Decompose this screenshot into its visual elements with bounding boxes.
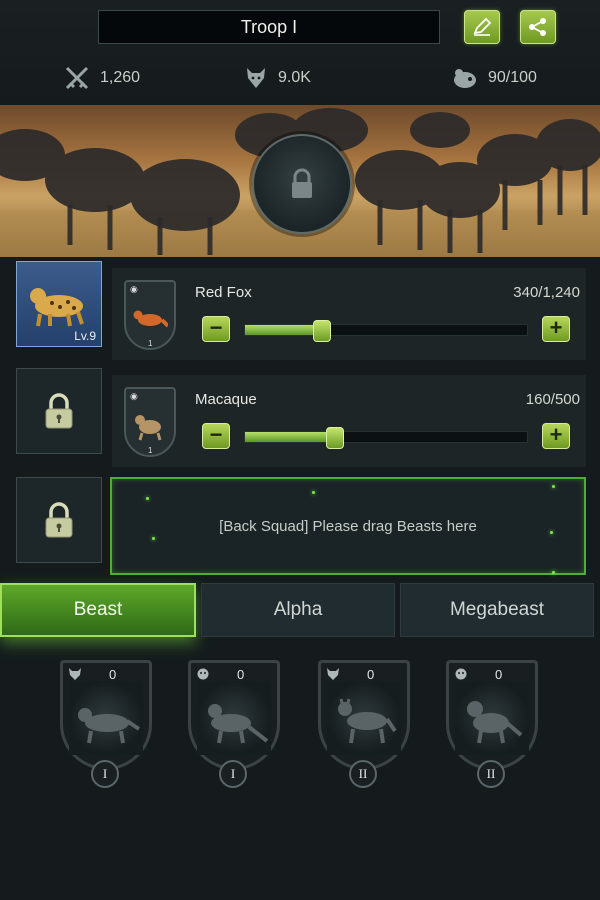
quantity-slider[interactable]: [244, 427, 528, 449]
padlock-icon: [45, 502, 73, 538]
beast-card-2[interactable]: 0 I: [188, 660, 280, 788]
padlock-icon: [45, 393, 73, 429]
sparkle: [552, 485, 555, 488]
mongoose-icon: [208, 704, 269, 744]
primate-category-icon: [454, 667, 468, 680]
capacity-stat: 90/100: [452, 63, 537, 93]
back-squad-hint: [Back Squad] Please drag Beasts here: [219, 517, 477, 535]
beast-card-count: 0: [237, 667, 245, 682]
minus-button[interactable]: −: [202, 423, 230, 449]
minus-button[interactable]: −: [202, 316, 230, 342]
plus-button[interactable]: +: [542, 316, 570, 342]
troop-name-field[interactable]: Troop I: [98, 10, 440, 44]
beast-count: 160/500: [525, 391, 580, 408]
macaque-portrait[interactable]: ◉ 1: [124, 387, 176, 457]
wolf-category-icon: [68, 667, 82, 680]
beast-count: 340/1,240: [513, 284, 580, 301]
wolf-category-icon: [326, 667, 340, 680]
tier-mark: 1: [148, 339, 153, 348]
edit-button[interactable]: [464, 10, 500, 44]
wolf-stat: 9.0K: [244, 63, 311, 93]
locked-slot-1[interactable]: [16, 368, 102, 454]
tab-alpha[interactable]: Alpha: [201, 583, 395, 637]
locked-slot-2[interactable]: [16, 477, 102, 563]
wild-dog-icon: [78, 708, 141, 744]
banner-lock-button[interactable]: [252, 134, 352, 234]
beast-card-1[interactable]: 0 I: [60, 660, 152, 788]
wolf-head-icon: [247, 68, 265, 88]
card-art: [327, 681, 401, 755]
macaque-icon: [135, 415, 162, 441]
leopard-icon: [30, 288, 84, 327]
beast-card-count: 0: [495, 667, 503, 682]
beast-card-count: 0: [367, 667, 375, 682]
card-art: [455, 681, 529, 755]
slider-fill: [245, 325, 323, 335]
sparkle: [146, 497, 149, 500]
sparkle: [312, 491, 315, 494]
card-art: [69, 681, 143, 755]
jackal-icon: [338, 698, 397, 744]
share-icon: [529, 18, 546, 36]
beast-name: Red Fox: [195, 284, 252, 301]
squad-row-1: ◉ 1 Red Fox 340/1,240 − +: [112, 268, 586, 360]
slider-knob[interactable]: [313, 320, 332, 342]
beast-name: Macaque: [195, 391, 257, 408]
sparkle: [550, 531, 553, 534]
tab-beast[interactable]: Beast: [0, 583, 196, 637]
card-art: [197, 681, 271, 755]
leader-level: Lv.9: [74, 329, 96, 343]
primate-category-icon: ◉: [130, 391, 138, 401]
card-frame: 0: [188, 660, 280, 770]
card-frame: 0: [318, 660, 410, 770]
beast-card-4[interactable]: 0 II: [446, 660, 538, 788]
beast-capacity-icon: [454, 69, 476, 88]
monkey-icon: [467, 701, 523, 744]
beast-card-3[interactable]: 0 II: [318, 660, 410, 788]
tier-mark: 1: [148, 446, 153, 455]
share-button[interactable]: [520, 10, 556, 44]
tier-badge: I: [219, 760, 247, 788]
leader-portrait[interactable]: Lv.9: [16, 261, 102, 347]
beast-card-count: 0: [109, 667, 117, 682]
tier-badge: I: [91, 760, 119, 788]
plus-button[interactable]: +: [542, 423, 570, 449]
tab-megabeast[interactable]: Megabeast: [400, 583, 594, 637]
wolf-category-icon: ◉: [130, 284, 138, 294]
slider-knob[interactable]: [326, 427, 345, 449]
sparkle: [152, 537, 155, 540]
wolf-value: 9.0K: [278, 69, 311, 86]
tier-badge: II: [477, 760, 505, 788]
quantity-slider[interactable]: [244, 320, 528, 342]
top-bar: Troop I 1,260 9.0K 90/100: [0, 0, 600, 105]
sparkle: [552, 571, 555, 574]
power-value: 1,260: [100, 69, 141, 86]
edit-icon: [473, 17, 492, 36]
tier-badge: II: [349, 760, 377, 788]
primate-category-icon: [196, 667, 210, 680]
back-squad-drop-zone[interactable]: [Back Squad] Please drag Beasts here: [110, 477, 586, 575]
card-frame: 0: [60, 660, 152, 770]
fox-icon: [133, 310, 168, 328]
red-fox-portrait[interactable]: ◉ 1: [124, 280, 176, 350]
crossed-swords-icon: [65, 66, 89, 90]
card-frame: 0: [446, 660, 538, 770]
squad-row-2: ◉ 1 Macaque 160/500 − +: [112, 375, 586, 467]
slider-fill: [245, 432, 336, 442]
capacity-value: 90/100: [488, 69, 537, 86]
lock-icon: [292, 168, 312, 198]
power-stat: 1,260: [64, 63, 140, 93]
